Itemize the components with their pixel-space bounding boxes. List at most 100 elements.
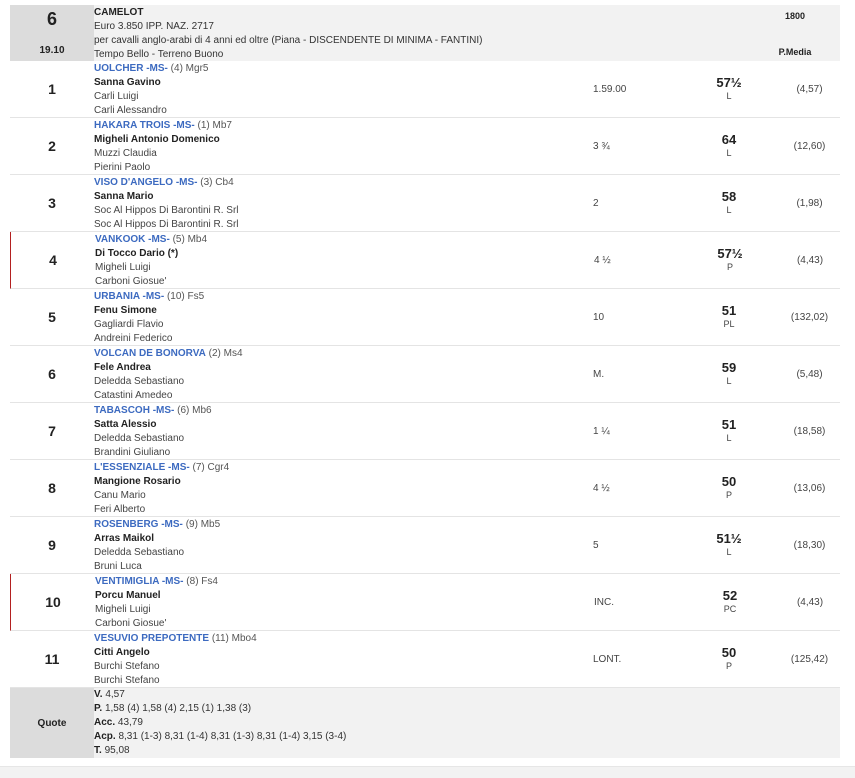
quote-key: T. [94, 745, 102, 756]
horse-name-link[interactable]: VESUVIO PREPOTENTE [94, 633, 209, 644]
weight-value: 51 [721, 303, 737, 318]
runner-info: VENTIMIGLIA -MS- (8) Fs4 Porcu Manuel Migh… [95, 574, 594, 630]
footer-band [0, 766, 855, 778]
weight-box: 50 P [699, 460, 759, 516]
result-row: 2 HAKARA TROIS -MS- (1) Mb7 Migheli Antoni… [10, 118, 840, 175]
jockey-name: Fenu Simone [94, 305, 157, 316]
quote-value: 43,79 [117, 717, 143, 728]
horse-line: HAKARA TROIS -MS- (1) Mb7 [94, 119, 593, 133]
quote-section: Quote V. 4,57 P. 1,58 (4) 1,58 (4) 2,15 (… [10, 688, 840, 758]
odds-value: (5,48) [796, 368, 823, 380]
horse-details: (4) Mgr5 [170, 63, 209, 74]
horse-name-link[interactable]: VENTIMIGLIA -MS- [95, 576, 184, 587]
trainer-name: Soc Al Hippos Di Barontini R. Srl [94, 205, 239, 216]
weight-box: 58 L [699, 175, 759, 231]
status-code: PL [723, 319, 735, 329]
horse-name-link[interactable]: URBANIA -MS- [94, 291, 164, 302]
owner-name: Catastini Amedeo [94, 390, 173, 401]
horse-name-link[interactable]: ROSENBERG -MS- [94, 519, 183, 530]
horse-line: URBANIA -MS- (10) Fs5 [94, 290, 593, 304]
odds-value: (1,98) [796, 197, 823, 209]
runner-info: UOLCHER -MS- (4) Mgr5 Sanna Gavino Carli L… [94, 61, 593, 117]
horse-details: (9) Mb5 [185, 519, 221, 530]
horse-name-link[interactable]: UOLCHER -MS- [94, 63, 168, 74]
horse-line: VESUVIO PREPOTENTE (11) Mbo4 [94, 632, 593, 646]
horse-details: (5) Mb4 [172, 234, 208, 245]
trainer-name: Carli Luigi [94, 91, 139, 102]
quote-line: V. 4,57 [94, 688, 840, 702]
runner-info: VOLCAN DE BONORVA (2) Ms4 Fele Andrea Dele… [94, 346, 593, 402]
weight-box: 51 L [699, 403, 759, 459]
horse-line: TABASCOH -MS- (6) Mb6 [94, 404, 593, 418]
runner-info: URBANIA -MS- (10) Fs5 Fenu Simone Gagliard… [94, 289, 593, 345]
quote-body: V. 4,57 P. 1,58 (4) 1,58 (4) 2,15 (1) 1,3… [94, 688, 840, 758]
race-results-panel: 6 19.10 CAMELOT Euro 3.850 IPP. NAZ. 271… [10, 5, 840, 758]
finish-position: 5 [48, 309, 56, 325]
result-row: 3 VISO D'ANGELO -MS- (3) Cb4 Sanna Mario So… [10, 175, 840, 232]
runner-info: VESUVIO PREPOTENTE (11) Mbo4 Citti Angelo… [94, 631, 593, 687]
owner-name: Feri Alberto [94, 504, 146, 515]
horse-line: ROSENBERG -MS- (9) Mb5 [94, 518, 593, 532]
horse-details: (7) Cgr4 [192, 462, 230, 473]
horse-name-link[interactable]: VISO D'ANGELO -MS- [94, 177, 198, 188]
distance-margin: M. [593, 368, 605, 380]
finish-position: 4 [49, 252, 57, 268]
race-distance: 1800 [784, 11, 806, 21]
horse-details: (3) Cb4 [200, 177, 234, 188]
runner-info: ROSENBERG -MS- (9) Mb5 Arras Maikol Deledd… [94, 517, 593, 573]
owner-name: Soc Al Hippos Di Barontini R. Srl [94, 219, 239, 230]
horse-line: VOLCAN DE BONORVA (2) Ms4 [94, 347, 593, 361]
trainer-name: Deledda Sebastiano [94, 376, 185, 387]
finish-position: 1 [48, 81, 56, 97]
weight-box: 64 L [699, 118, 759, 174]
jockey-name: Mangione Rosario [94, 476, 181, 487]
quote-key: V. [94, 689, 103, 700]
horse-name-link[interactable]: VANKOOK -MS- [95, 234, 170, 245]
horse-details: (11) Mbo4 [211, 633, 257, 644]
owner-name: Carli Alessandro [94, 105, 167, 116]
horse-details: (10) Fs5 [166, 291, 205, 302]
race-time: 19.10 [39, 45, 65, 56]
result-row: 6 VOLCAN DE BONORVA (2) Ms4 Fele Andrea Del… [10, 346, 840, 403]
quote-line: Acc. 43,79 [94, 716, 840, 730]
horse-name-link[interactable]: TABASCOH -MS- [94, 405, 174, 416]
finish-position: 6 [48, 366, 56, 382]
status-code: L [726, 205, 732, 215]
horse-name-link[interactable]: VOLCAN DE BONORVA [94, 348, 206, 359]
race-weather: Tempo Bello - Terreno Buono [94, 49, 224, 60]
race-number: 6 [46, 9, 57, 29]
weight-value: 51½ [716, 531, 742, 546]
trainer-name: Canu Mario [94, 490, 146, 501]
odds-value: (4,57) [796, 83, 823, 95]
horse-name-link[interactable]: HAKARA TROIS -MS- [94, 120, 195, 131]
odds-value: (132,02) [790, 311, 829, 323]
weight-value: 58 [721, 189, 737, 204]
odds-value: (18,30) [793, 539, 826, 551]
results-list: 1 UOLCHER -MS- (4) Mgr5 Sanna Gavino Carli … [10, 61, 840, 688]
trainer-name: Gagliardi Flavio [94, 319, 164, 330]
finish-position: 3 [48, 195, 56, 211]
odds-value: (125,42) [790, 653, 829, 665]
distance-margin: 2 [593, 197, 599, 209]
weight-value: 57½ [716, 75, 742, 90]
runner-info: VANKOOK -MS- (5) Mb4 Di Tocco Dario (*) Mi… [95, 232, 594, 288]
finish-position: 9 [48, 537, 56, 553]
weight-box: 52 PC [700, 574, 760, 630]
trainer-name: Deledda Sebastiano [94, 547, 185, 558]
weight-value: 50 [721, 474, 737, 489]
horse-name-link[interactable]: L'ESSENZIALE -MS- [94, 462, 190, 473]
trainer-name: Deledda Sebastiano [94, 433, 185, 444]
distance-margin: 10 [593, 311, 605, 323]
owner-name: Carboni Giosue' [95, 276, 167, 287]
jockey-name: Porcu Manuel [95, 590, 161, 601]
status-code: P [725, 661, 732, 671]
weight-value: 50 [721, 645, 737, 660]
jockey-name: Fele Andrea [94, 362, 151, 373]
weight-value: 64 [721, 132, 737, 147]
jockey-name: Migheli Antonio Domenico [94, 134, 220, 145]
quote-value: 8,31 (1-3) 8,31 (1-4) 8,31 (1-3) 8,31 (1… [118, 731, 347, 742]
weight-box: 51½ L [699, 517, 759, 573]
odds-value: (12,60) [793, 140, 826, 152]
horse-details: (1) Mb7 [197, 120, 232, 131]
owner-name: Brandini Giuliano [94, 447, 171, 458]
